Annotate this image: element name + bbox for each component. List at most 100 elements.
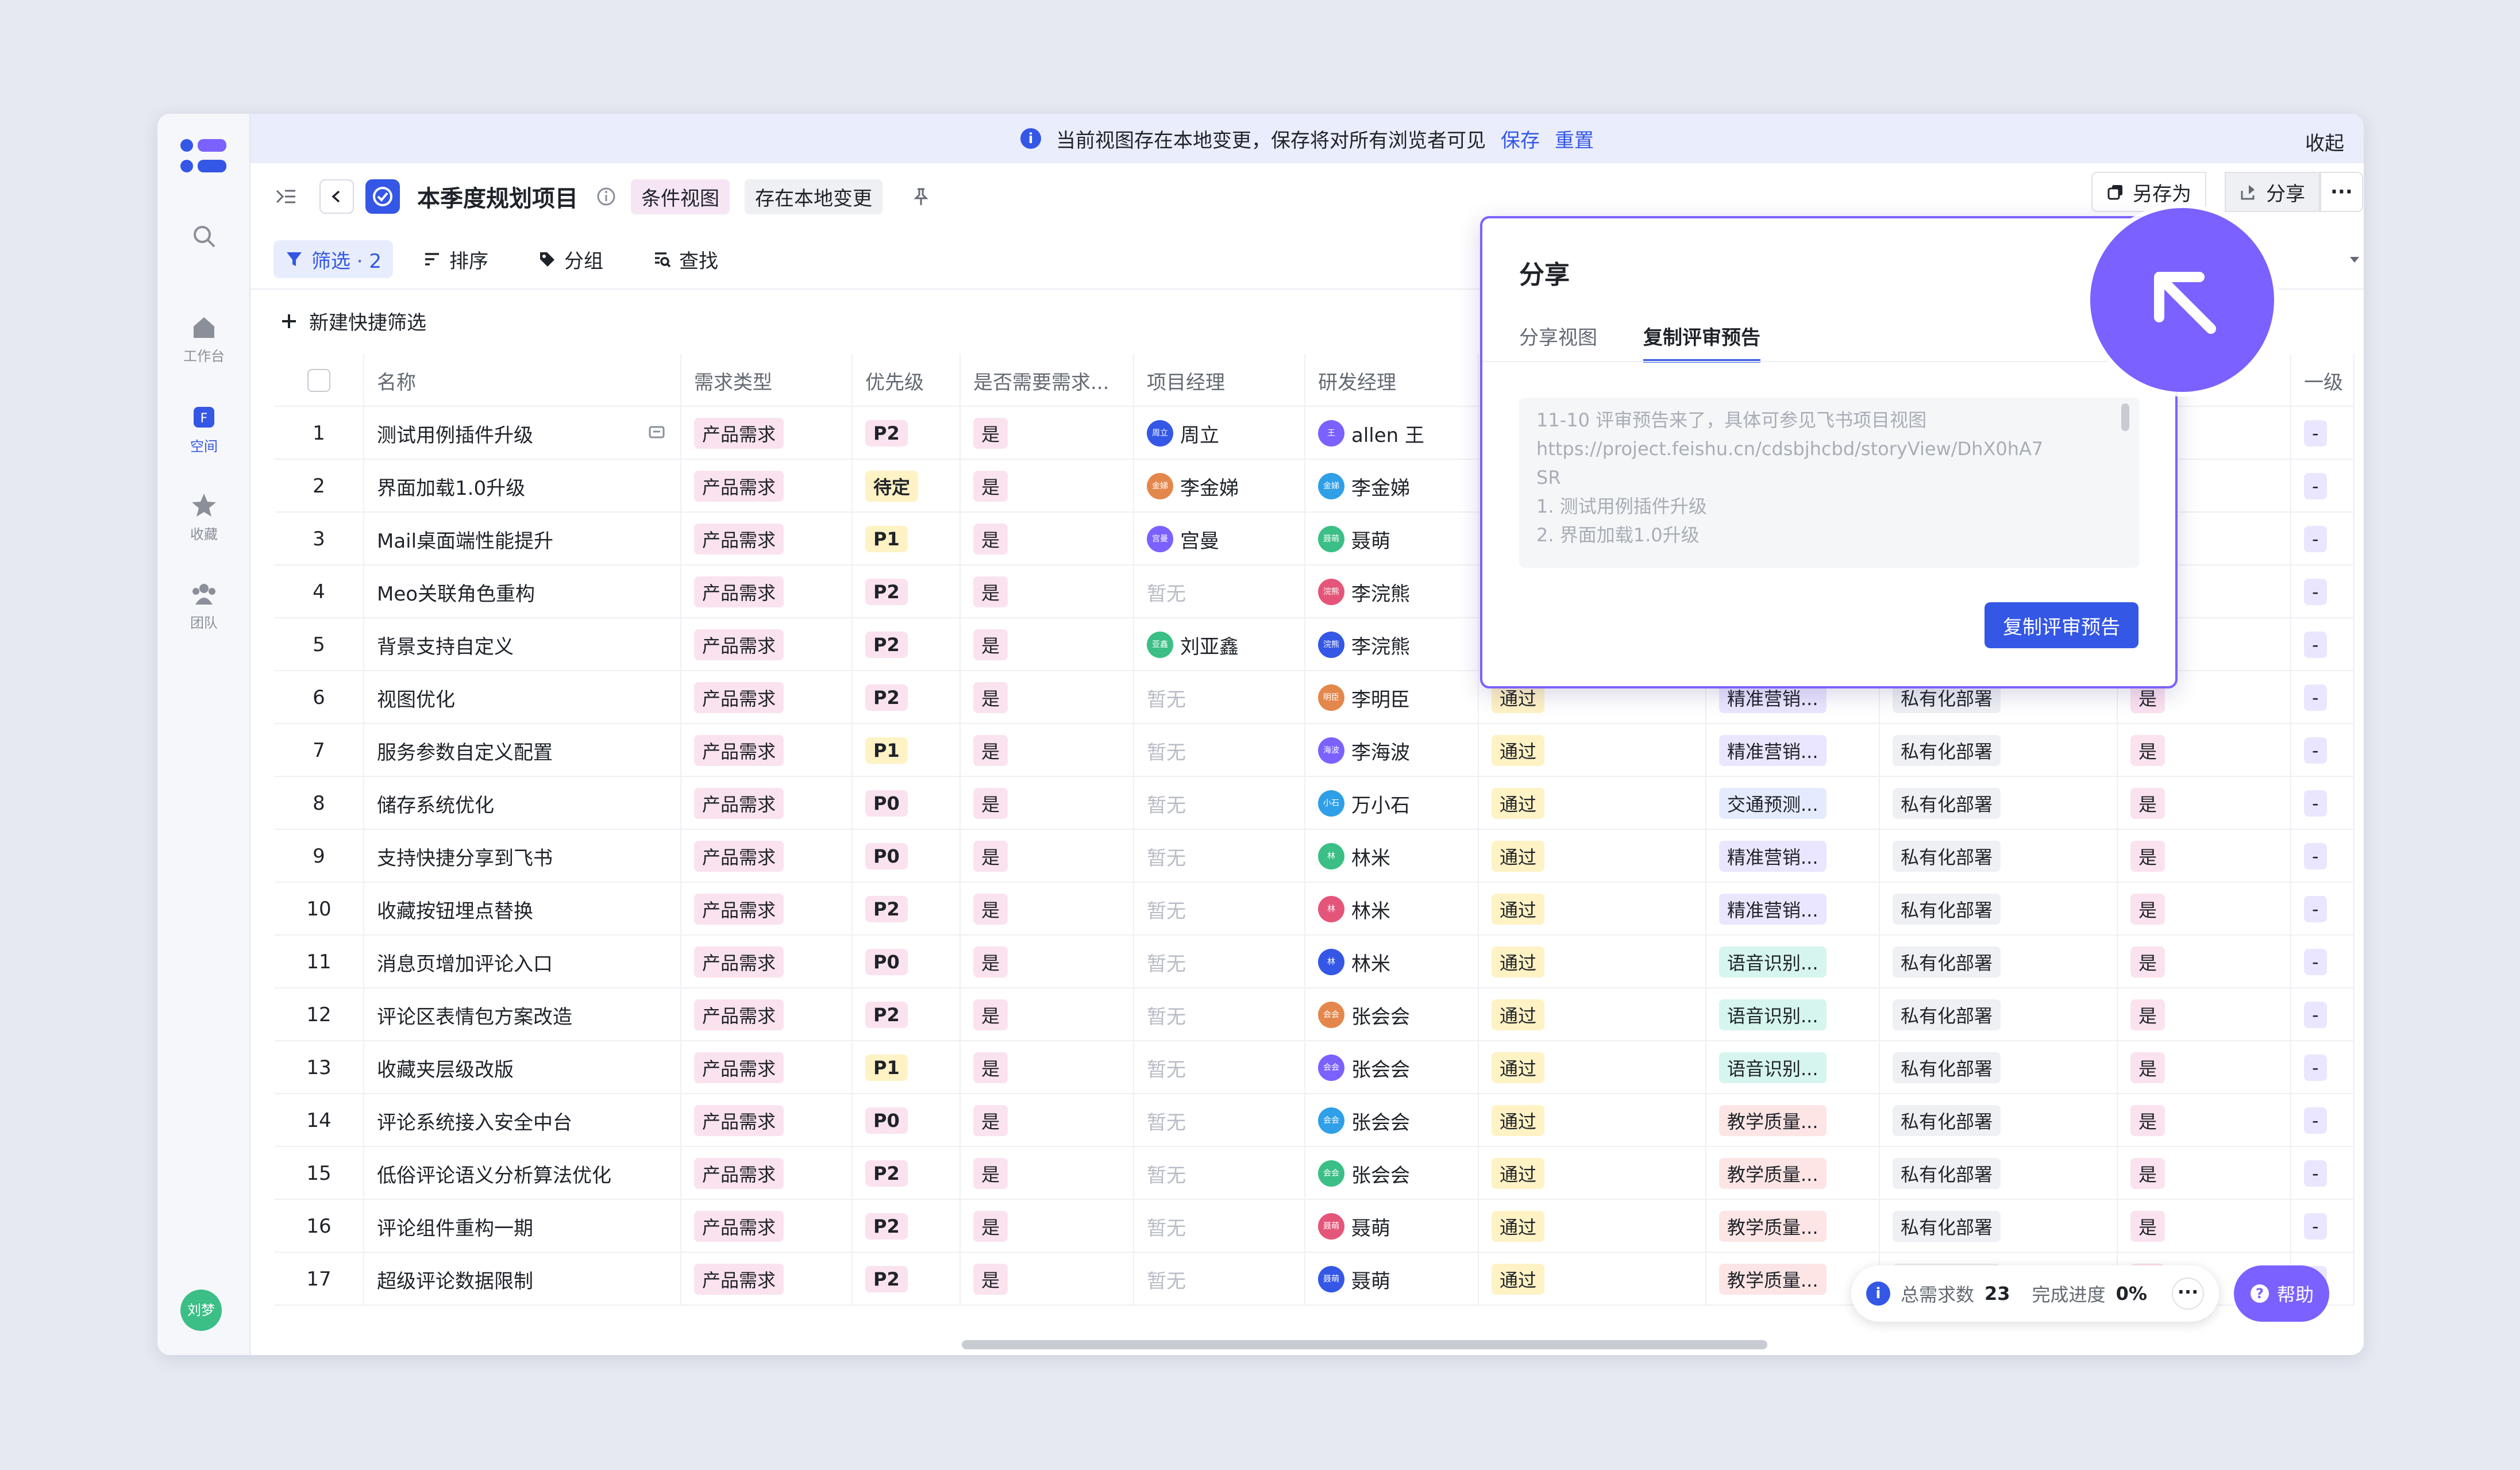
level-cell[interactable]: - (2291, 1200, 2355, 1253)
deploy-cell[interactable]: 私有化部署 (1880, 1147, 2118, 1200)
requirement-name[interactable]: 服务参数自定义配置 (364, 724, 681, 777)
dev-manager-cell[interactable]: 明臣 李明臣 (1305, 671, 1479, 724)
view-type-chip[interactable]: 条件视图 (631, 179, 730, 214)
comment-icon[interactable] (648, 425, 665, 442)
domain-tag-cell[interactable]: 精准营销... (1706, 724, 1880, 777)
pm-cell[interactable]: 金娣 李金娣 (1134, 460, 1305, 513)
type-cell[interactable]: 产品需求 (681, 883, 853, 936)
dev-manager-cell[interactable]: 王 allen 王 (1305, 407, 1479, 460)
pin-icon[interactable] (911, 179, 931, 214)
domain-tag-cell[interactable]: 教学质量... (1706, 1094, 1880, 1147)
priority-cell[interactable]: P0 (853, 830, 961, 883)
more-button[interactable]: ··· (2320, 172, 2363, 212)
need-cell[interactable]: 是 (961, 1253, 1134, 1306)
sidebar-item-favorites[interactable]: 收藏 (157, 492, 251, 543)
need-cell[interactable]: 是 (961, 883, 1134, 936)
need-cell[interactable]: 是 (961, 988, 1134, 1041)
dev-manager-cell[interactable]: 林林米 (1305, 883, 1479, 936)
deploy-cell[interactable]: 私有化部署 (1880, 936, 2118, 988)
dev-manager-cell[interactable]: 林林米 (1305, 830, 1479, 883)
back-button[interactable] (319, 179, 354, 214)
type-cell[interactable]: 产品需求 (681, 671, 853, 724)
status-cell[interactable]: 通过 (1479, 1147, 1706, 1200)
need-cell[interactable]: 是 (961, 460, 1134, 513)
dev-manager-cell[interactable]: 聂萌 聂萌 (1305, 513, 1479, 565)
type-cell[interactable]: 产品需求 (681, 777, 853, 830)
level-cell[interactable]: - (2291, 830, 2355, 883)
need-cell[interactable]: 是 (961, 1147, 1134, 1200)
save-as-button[interactable]: 另存为 (2091, 172, 2206, 212)
local-change-chip[interactable]: 存在本地变更 (745, 179, 883, 214)
type-cell[interactable]: 产品需求 (681, 724, 853, 777)
user-avatar[interactable]: 刘梦 (180, 1290, 222, 1331)
requirement-name[interactable]: 评论系统接入安全中台 (364, 1094, 681, 1147)
help-button[interactable]: ? 帮助 (2234, 1265, 2329, 1322)
level-cell[interactable]: - (2291, 988, 2355, 1041)
app-logo[interactable] (180, 137, 226, 175)
horizontal-scrollbar[interactable] (962, 1340, 1767, 1349)
status-cell[interactable]: 通过 (1479, 1094, 1706, 1147)
level-cell[interactable]: - (2291, 777, 2355, 830)
yes-cell[interactable]: 是 (2118, 1200, 2291, 1253)
status-cell[interactable]: 通过 (1479, 1253, 1706, 1306)
need-cell[interactable]: 是 (961, 724, 1134, 777)
need-cell[interactable]: 是 (961, 1200, 1134, 1253)
yes-cell[interactable]: 是 (2118, 830, 2291, 883)
need-cell[interactable]: 是 (961, 1041, 1134, 1094)
column-header[interactable]: 一级 (2291, 354, 2355, 407)
type-cell[interactable]: 产品需求 (681, 618, 853, 671)
status-cell[interactable]: 通过 (1479, 1041, 1706, 1094)
requirement-name[interactable]: 收藏夹层级改版 (364, 1041, 681, 1094)
sidebar-item-workbench[interactable]: 工作台 (157, 314, 251, 365)
level-cell[interactable]: - (2291, 1041, 2355, 1094)
pm-cell[interactable]: 暂无 (1134, 1147, 1305, 1200)
deploy-cell[interactable]: 私有化部署 (1880, 724, 2118, 777)
table-row[interactable]: 10 收藏按钮埋点替换 产品需求 P2 是 暂无 林林米 通过 精准营销... … (275, 883, 2355, 936)
column-header[interactable]: 研发经理 (1305, 354, 1479, 407)
deploy-cell[interactable]: 私有化部署 (1880, 1094, 2118, 1147)
type-cell[interactable]: 产品需求 (681, 936, 853, 988)
requirement-name[interactable]: 评论区表情包方案改造 (364, 988, 681, 1041)
deploy-cell[interactable]: 私有化部署 (1880, 1041, 2118, 1094)
level-cell[interactable]: - (2291, 407, 2355, 460)
type-cell[interactable]: 产品需求 (681, 1147, 853, 1200)
dev-manager-cell[interactable]: 聂萌 聂萌 (1305, 1200, 1479, 1253)
table-row[interactable]: 16 评论组件重构一期 产品需求 P2 是 暂无 聂萌 聂萌 通过 教学质量...… (275, 1200, 2355, 1253)
need-cell[interactable]: 是 (961, 936, 1134, 988)
priority-cell[interactable]: P2 (853, 671, 961, 724)
priority-cell[interactable]: P2 (853, 883, 961, 936)
requirement-name[interactable]: 收藏按钮埋点替换 (364, 883, 681, 936)
pm-cell[interactable]: 暂无 (1134, 1041, 1305, 1094)
sidebar-item-space[interactable]: F 空间 (157, 404, 251, 455)
status-cell[interactable]: 通过 (1479, 830, 1706, 883)
pm-cell[interactable]: 暂无 (1134, 936, 1305, 988)
column-header[interactable]: 需求类型 (681, 354, 853, 407)
requirement-name[interactable]: 视图优化 (364, 671, 681, 724)
level-cell[interactable]: - (2291, 460, 2355, 513)
yes-cell[interactable]: 是 (2118, 724, 2291, 777)
sort-button[interactable]: 排序 (423, 240, 488, 278)
priority-cell[interactable]: P2 (853, 988, 961, 1041)
pm-cell[interactable]: 暂无 (1134, 1200, 1305, 1253)
requirement-name[interactable]: 消息页增加评论入口 (364, 936, 681, 988)
dev-manager-cell[interactable]: 会会 张会会 (1305, 1094, 1479, 1147)
priority-cell[interactable]: P1 (853, 1041, 961, 1094)
level-cell[interactable]: - (2291, 671, 2355, 724)
deploy-cell[interactable]: 私有化部署 (1880, 1200, 2118, 1253)
status-cell[interactable]: 通过 (1479, 724, 1706, 777)
yes-cell[interactable]: 是 (2118, 936, 2291, 988)
level-cell[interactable]: - (2291, 513, 2355, 565)
table-row[interactable]: 11 消息页增加评论入口 产品需求 P0 是 暂无 林林米 通过 语音识别...… (275, 936, 2355, 988)
column-header[interactable]: 优先级 (853, 354, 961, 407)
dev-manager-cell[interactable]: 浣熊 李浣熊 (1305, 565, 1479, 618)
status-cell[interactable]: 通过 (1479, 777, 1706, 830)
table-row[interactable]: 12 评论区表情包方案改造 产品需求 P2 是 暂无 会会 张会会 通过 语音识别… (275, 988, 2355, 1041)
dev-manager-cell[interactable]: 聂萌 聂萌 (1305, 1253, 1479, 1306)
level-cell[interactable]: - (2291, 883, 2355, 936)
table-row[interactable]: 14 评论系统接入安全中台 产品需求 P0 是 暂无 会会 张会会 通过 教学质量… (275, 1094, 2355, 1147)
priority-cell[interactable]: P1 (853, 724, 961, 777)
status-cell[interactable]: 通过 (1479, 1200, 1706, 1253)
yes-cell[interactable]: 是 (2118, 883, 2291, 936)
tab-copy-review[interactable]: 复制评审预告 (1643, 322, 1760, 363)
yes-cell[interactable]: 是 (2118, 777, 2291, 830)
